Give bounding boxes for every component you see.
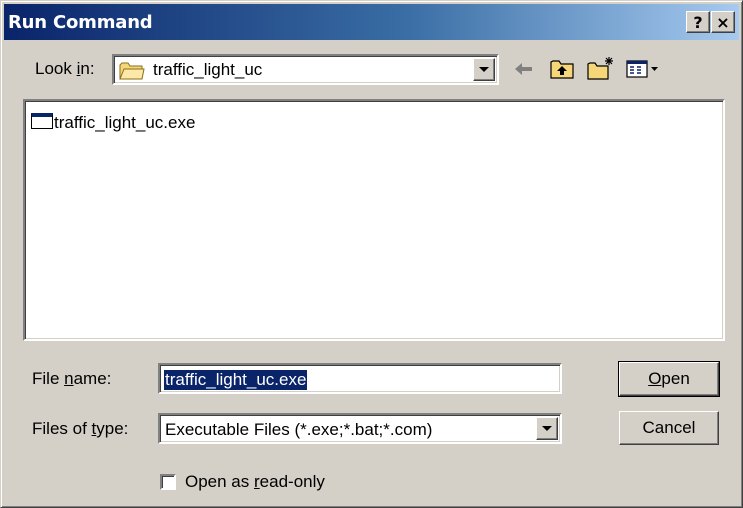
file-name-value: traffic_light_uc.exe: [164, 370, 308, 390]
close-icon: ×: [716, 13, 730, 32]
window-title: Run Command: [8, 12, 153, 33]
run-command-dialog: Run Command ? × Look in: traffic_light_u…: [0, 0, 743, 508]
look-in-label: Look in:: [35, 59, 95, 78]
view-menu-icon[interactable]: [625, 56, 661, 82]
read-only-checkbox[interactable]: [160, 474, 176, 490]
file-name-input[interactable]: traffic_light_uc.exe: [158, 363, 562, 394]
help-button[interactable]: ?: [686, 11, 710, 33]
up-folder-icon[interactable]: [548, 56, 576, 82]
list-item[interactable]: traffic_light_uc.exe: [31, 113, 195, 133]
file-list[interactable]: traffic_light_uc.exe: [23, 99, 725, 341]
look-in-dropdown-button[interactable]: [473, 58, 495, 81]
files-of-type-label: Files of type:: [32, 419, 129, 438]
file-name-label: File name:: [32, 369, 112, 388]
look-in-dropdown[interactable]: traffic_light_uc: [112, 54, 499, 85]
look-in-value: traffic_light_uc: [153, 60, 263, 79]
file-item-name: traffic_light_uc.exe: [54, 113, 196, 132]
cancel-button[interactable]: Cancel: [619, 411, 719, 445]
files-of-type-value: Executable Files (*.exe;*.bat;*.com): [165, 420, 433, 439]
files-of-type-dropdown[interactable]: Executable Files (*.exe;*.bat;*.com): [158, 413, 562, 444]
new-folder-icon[interactable]: [585, 56, 615, 82]
read-only-label[interactable]: Open as read-only: [185, 472, 325, 492]
folder-icon: [119, 62, 145, 80]
back-arrow-icon[interactable]: [511, 56, 537, 82]
close-button[interactable]: ×: [711, 11, 735, 33]
exe-icon: [31, 113, 53, 129]
files-of-type-dropdown-button[interactable]: [536, 417, 558, 440]
open-button[interactable]: Open: [618, 361, 720, 397]
help-icon: ?: [693, 13, 703, 32]
title-bar[interactable]: Run Command ? ×: [4, 4, 739, 40]
